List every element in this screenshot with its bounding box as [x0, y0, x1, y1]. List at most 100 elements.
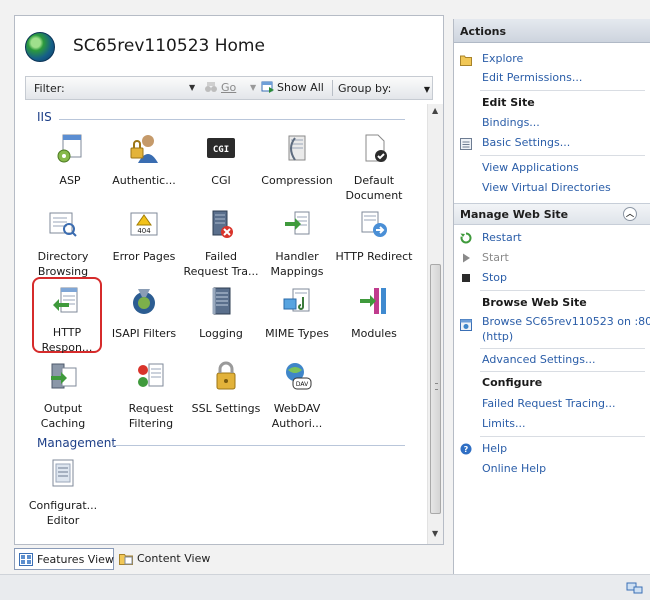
action-browse-site-link[interactable]: Browse SC65rev110523 on :80 — [482, 315, 650, 328]
logging-icon — [212, 287, 231, 315]
go-dropdown-arrow[interactable]: ▼ — [250, 83, 256, 92]
browse-icon — [460, 319, 472, 331]
divider — [480, 90, 645, 91]
toolbar-separator — [332, 80, 333, 96]
action-start[interactable]: Start — [482, 251, 509, 264]
action-explore[interactable]: Explore — [482, 52, 523, 65]
feature-label: Default Document — [345, 174, 403, 202]
asp-icon — [57, 134, 82, 163]
section-title: Manage Web Site — [460, 208, 569, 221]
scrollbar-grip — [435, 383, 438, 390]
action-view-virtual-directories[interactable]: View Virtual Directories — [482, 181, 611, 194]
section-manage-web-site[interactable]: Manage Web Site ︿ — [454, 203, 650, 225]
collapse-icon[interactable]: ︿ — [623, 207, 637, 221]
action-restart[interactable]: Restart — [482, 231, 522, 244]
status-bar — [0, 574, 650, 600]
go-button[interactable]: Go — [204, 81, 236, 94]
feature-configuration-editor[interactable]: Configurat... Editor — [24, 457, 102, 528]
feature-label: Directory Browsing — [37, 250, 89, 278]
feature-mime-types[interactable]: MIME Types — [258, 285, 336, 341]
feature-label: Request Filtering — [128, 402, 174, 430]
feature-ssl-settings[interactable]: SSL Settings — [187, 360, 265, 416]
show-all-button[interactable]: Show All — [261, 81, 324, 94]
feature-handler-mappings[interactable]: Handler Mappings — [258, 208, 336, 279]
group-divider — [113, 445, 405, 446]
feature-authentication[interactable]: Authentic... — [105, 132, 183, 188]
action-bindings[interactable]: Bindings... — [482, 116, 540, 129]
feature-http-redirect[interactable]: HTTP Redirect — [335, 208, 413, 264]
feature-default-document[interactable]: Default Document — [335, 132, 413, 203]
request-filtering-icon — [138, 363, 164, 387]
svg-text:404: 404 — [137, 227, 151, 235]
feature-label: Error Pages — [112, 250, 176, 263]
feature-isapi-filters[interactable]: ISAPI Filters — [105, 285, 183, 341]
group-divider — [59, 119, 405, 120]
error-pages-icon: 404 — [130, 212, 158, 236]
feature-asp[interactable]: ASP — [31, 132, 109, 188]
svg-text:CGI: CGI — [213, 145, 229, 155]
output-caching-icon — [51, 363, 77, 389]
scrollbar-thumb[interactable] — [430, 264, 441, 514]
scroll-up-arrow[interactable]: ▲ — [432, 106, 438, 115]
directory-browsing-icon — [49, 212, 77, 237]
tab-label: Features View — [37, 553, 114, 566]
action-edit-permissions[interactable]: Edit Permissions... — [482, 71, 582, 84]
feature-label: Handler Mappings — [270, 250, 324, 278]
feature-compression[interactable]: Compression — [258, 132, 336, 188]
binoculars-icon — [205, 82, 217, 92]
feature-http-response-headers[interactable]: HTTP Respon... — [32, 277, 102, 354]
feature-directory-browsing[interactable]: Directory Browsing — [24, 208, 102, 279]
feature-label: Configurat... Editor — [28, 499, 98, 527]
network-status-icon — [626, 582, 643, 594]
action-basic-settings[interactable]: Basic Settings... — [482, 136, 570, 149]
tab-features-view[interactable]: Features View — [14, 548, 114, 570]
feature-label: ASP — [59, 174, 81, 187]
feature-label: MIME Types — [265, 327, 329, 340]
group-by-dropdown[interactable]: Group by: — [338, 82, 391, 95]
configuration-editor-icon — [52, 459, 74, 487]
show-all-icon — [261, 81, 274, 93]
vertical-scrollbar[interactable]: ▲ ▼ — [427, 104, 443, 544]
help-icon: ? — [460, 443, 472, 455]
filter-input[interactable] — [66, 80, 186, 96]
tab-content-view[interactable]: Content View — [115, 548, 211, 570]
tab-label: Content View — [137, 552, 211, 565]
feature-logging[interactable]: Logging — [182, 285, 260, 341]
feature-label: HTTP Respon... — [41, 326, 93, 354]
heading-configure: Configure — [482, 376, 543, 389]
feature-label: HTTP Redirect — [335, 250, 413, 263]
features-view-icon — [19, 553, 33, 566]
actions-pane: Actions Explore Edit Permissions... Edit… — [453, 19, 650, 574]
filter-label: Filter: — [34, 82, 65, 95]
feature-label: Output Caching — [40, 402, 86, 430]
heading-browse-web-site: Browse Web Site — [482, 296, 587, 309]
scroll-down-arrow[interactable]: ▼ — [432, 529, 438, 538]
group-heading-iis: IIS — [37, 110, 52, 124]
svg-text:DAV: DAV — [296, 381, 309, 388]
authentication-icon — [130, 135, 158, 163]
chevron-down-icon[interactable]: ▼ — [189, 83, 195, 92]
feature-request-filtering[interactable]: Request Filtering — [112, 360, 190, 431]
go-button-label: Go — [221, 81, 237, 94]
action-help[interactable]: Help — [482, 442, 507, 455]
feature-cgi[interactable]: CGI CGI — [182, 132, 260, 188]
modules-icon — [360, 288, 386, 314]
divider — [480, 371, 645, 372]
filter-toolbar: Filter: ▼ Go ▼ Show All Group by: ▼ — [25, 76, 433, 100]
http-redirect-icon — [361, 211, 387, 237]
feature-modules[interactable]: Modules — [335, 285, 413, 341]
action-stop[interactable]: Stop — [482, 271, 507, 284]
action-failed-request-tracing[interactable]: Failed Request Tracing... — [482, 397, 616, 410]
globe-icon — [25, 32, 55, 62]
action-advanced-settings[interactable]: Advanced Settings... — [482, 353, 595, 366]
action-browse-site-link-http[interactable]: (http) — [482, 330, 513, 343]
action-view-applications[interactable]: View Applications — [482, 161, 579, 174]
feature-webdav-authoring[interactable]: DAV WebDAV Authori... — [258, 360, 336, 431]
feature-failed-request-tracing[interactable]: Failed Request Tra... — [182, 208, 260, 279]
feature-error-pages[interactable]: 404 Error Pages — [105, 208, 183, 264]
toolbar-overflow-icon[interactable]: ▼ — [424, 85, 430, 94]
isapi-filters-icon — [133, 289, 155, 314]
action-limits[interactable]: Limits... — [482, 417, 526, 430]
feature-output-caching[interactable]: Output Caching — [24, 360, 102, 431]
action-online-help[interactable]: Online Help — [482, 462, 546, 475]
